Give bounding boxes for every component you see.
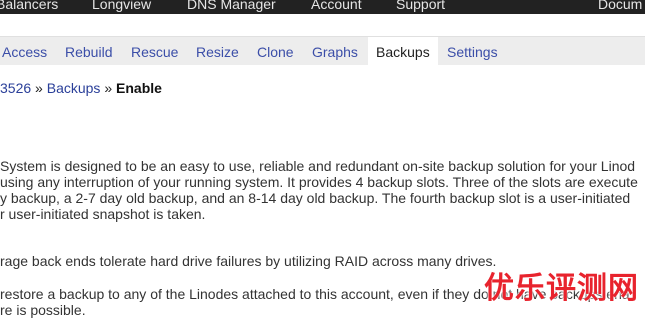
intro-line: r user-initiated snapshot is taken.: [0, 206, 206, 222]
intro-line: using any interruption of your running s…: [0, 174, 638, 190]
intro-paragraph: System is designed to be an easy to use,…: [0, 158, 638, 222]
top-nav-item-dns-manager[interactable]: DNS Manager: [187, 0, 276, 11]
storage-paragraph: rage back ends tolerate hard drive failu…: [0, 253, 497, 269]
tab-graphs[interactable]: Graphs: [304, 37, 366, 65]
breadcrumb-separator: »: [100, 80, 117, 96]
tab-resize[interactable]: Resize: [188, 37, 247, 65]
top-nav-item-longview[interactable]: Longview: [92, 0, 151, 11]
breadcrumb: 3526 » Backups » Enable: [0, 80, 162, 96]
tab-access[interactable]: Access: [0, 37, 55, 65]
linode-tab-bar: Access Rebuild Rescue Resize Clone Graph…: [0, 36, 645, 65]
breadcrumb-separator: »: [31, 80, 47, 96]
intro-line: y backup, a 2-7 day old backup, and an 8…: [0, 190, 631, 206]
top-nav-item-support[interactable]: Support: [396, 0, 445, 11]
tab-backups[interactable]: Backups: [368, 37, 438, 65]
tab-clone[interactable]: Clone: [249, 37, 302, 65]
breadcrumb-current: Enable: [116, 80, 162, 96]
breadcrumb-linode-link[interactable]: 3526: [0, 80, 31, 96]
top-nav-item-nodebalancers[interactable]: Balancers: [0, 0, 58, 11]
tab-rebuild[interactable]: Rebuild: [57, 37, 120, 65]
breadcrumb-backups-link[interactable]: Backups: [47, 80, 101, 96]
top-nav-bar: Balancers Longview DNS Manager Account S…: [0, 0, 645, 14]
top-nav-item-docs[interactable]: Docum: [598, 0, 642, 11]
intro-line: System is designed to be an easy to use,…: [0, 158, 636, 174]
tab-settings[interactable]: Settings: [439, 37, 506, 65]
site-watermark: 优乐评测网: [484, 271, 639, 306]
tab-rescue[interactable]: Rescue: [123, 37, 186, 65]
top-nav-item-account[interactable]: Account: [311, 0, 362, 11]
